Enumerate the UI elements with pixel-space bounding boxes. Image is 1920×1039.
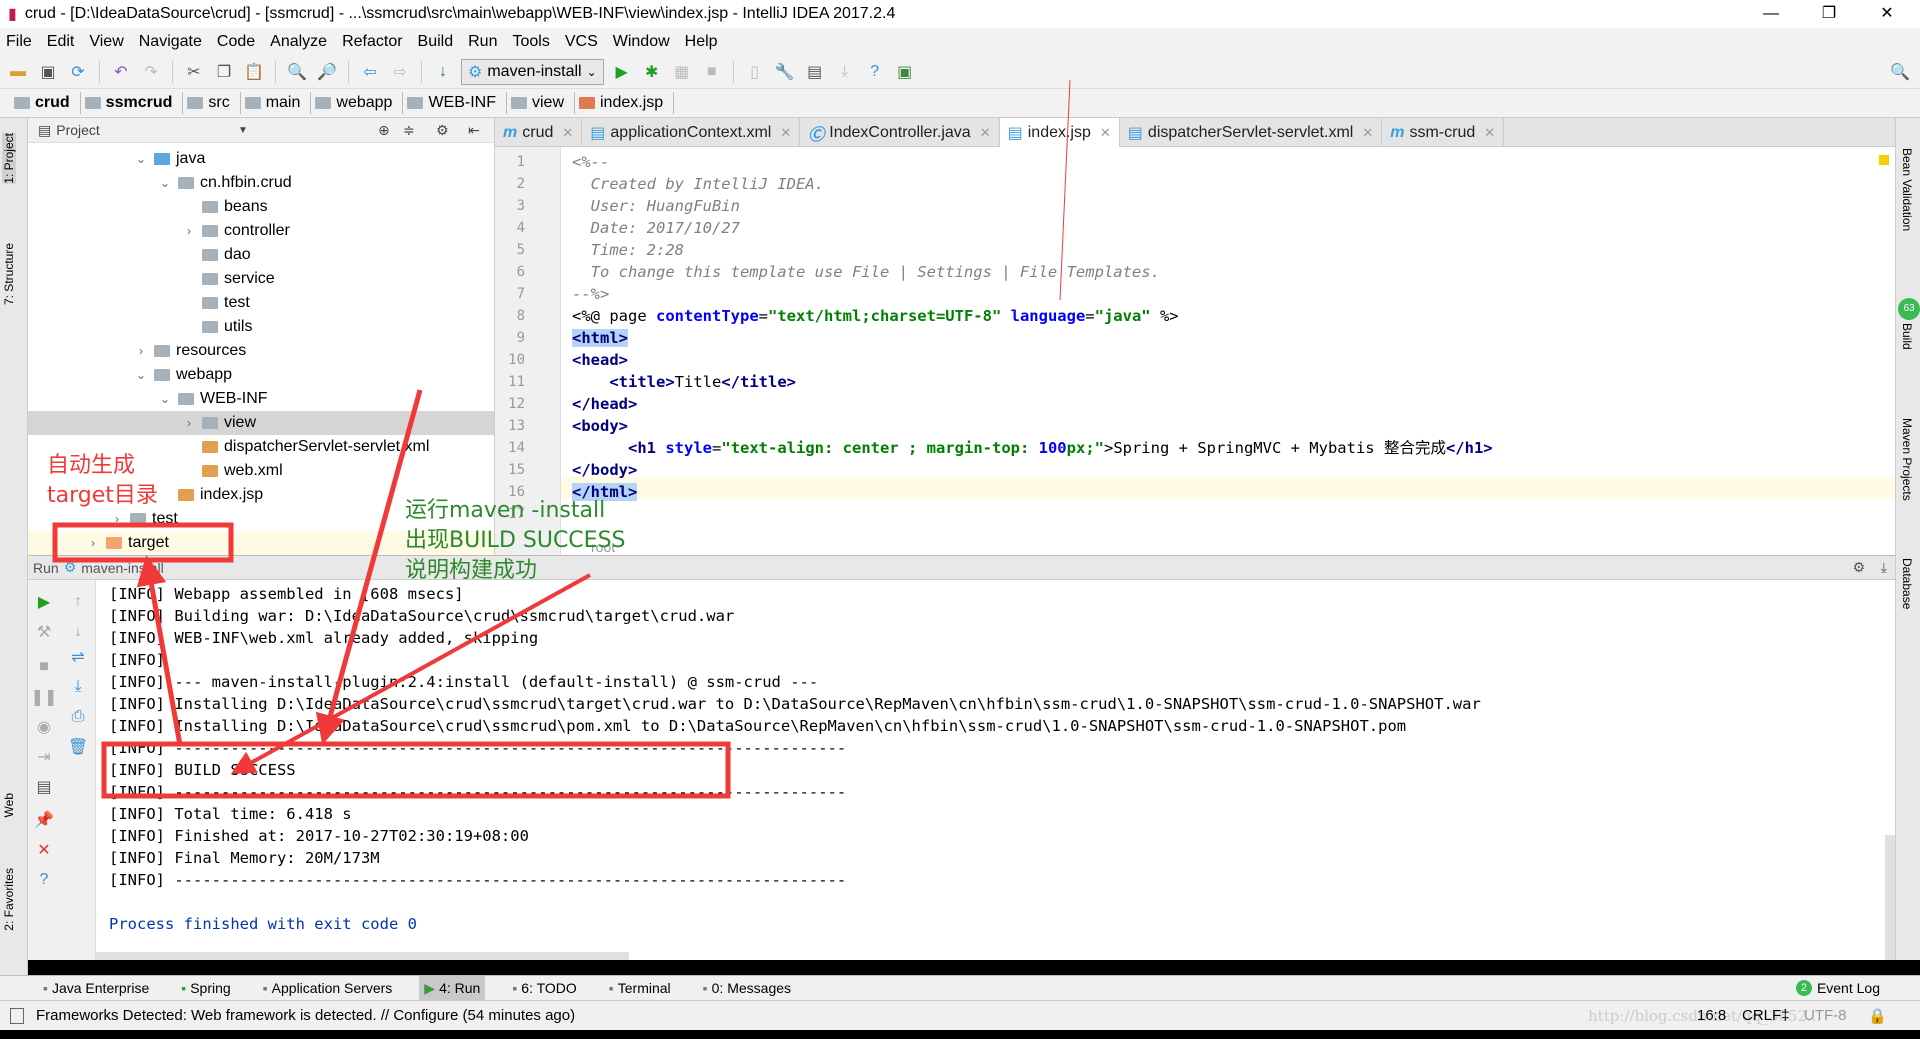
arrow-to-build-success [315,389,423,745]
arrow-from-note [231,573,591,774]
arrow-to-target [136,555,183,746]
thin-annotation-line [1059,79,1071,301]
build-success-highlight-box [101,741,731,799]
annotation-overlay [52,79,1071,799]
target-highlight-box [52,522,234,563]
